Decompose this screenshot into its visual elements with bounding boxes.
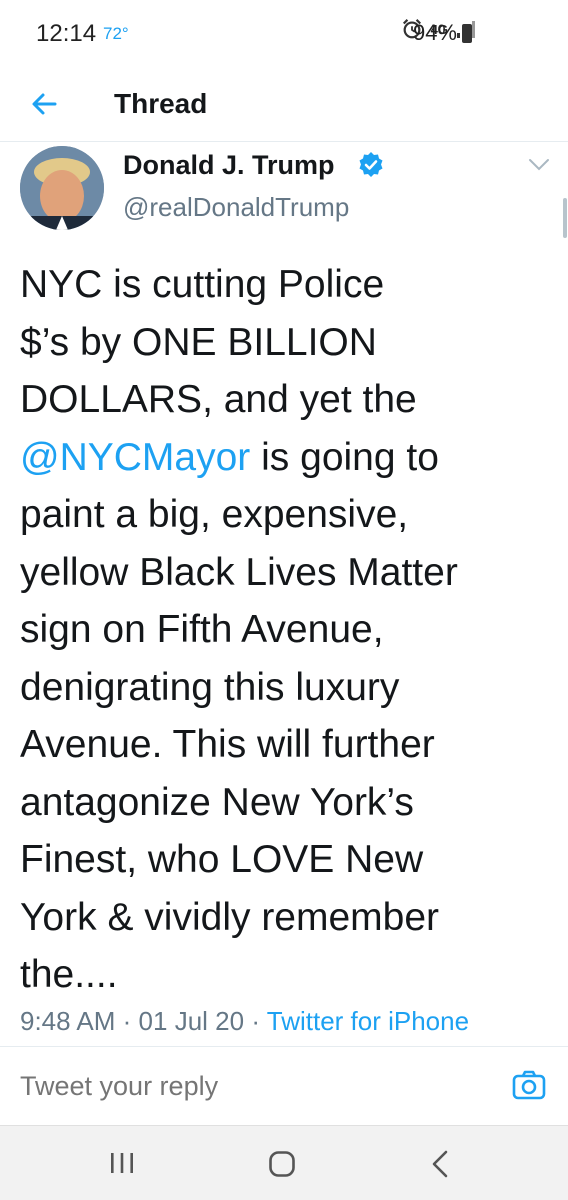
status-temperature: 72° [103, 24, 129, 43]
tweet-text-line: Avenue. This will further [20, 723, 435, 766]
status-time: 12:14 [36, 20, 97, 47]
tweet-text-line: the.... [20, 953, 118, 996]
tweet-text-line: denigrating this luxury [20, 665, 400, 709]
system-nav-bar [0, 1125, 568, 1200]
app-header: Thread [0, 66, 568, 142]
tweet-text: NYC is cutting Police $’s by ONE BILLION… [20, 256, 550, 1004]
home-icon[interactable] [268, 1150, 296, 1178]
tweet-text-line: DOLLARS, and yet the [20, 378, 417, 421]
recents-icon[interactable] [108, 1152, 136, 1174]
chevron-down-icon[interactable] [528, 158, 550, 172]
scrollbar[interactable] [563, 198, 567, 238]
battery-icon [462, 24, 472, 43]
back-nav-icon[interactable] [431, 1150, 449, 1178]
tweet-text-line: paint a big, expensive, [20, 493, 409, 536]
tweet-text-line: antagonize New York’s [20, 780, 414, 824]
reply-input[interactable] [20, 1067, 480, 1105]
camera-icon[interactable] [511, 1067, 547, 1103]
meta-separator: · [122, 1006, 132, 1036]
tweet-time: 9:48 AM [20, 1006, 116, 1036]
tweet-text-line: Finest, who LOVE New [20, 838, 424, 881]
tweet-source-link[interactable]: Twitter for iPhone [267, 1006, 469, 1036]
tweet-text-line: York & vividly remember [20, 895, 440, 939]
page-title: Thread [114, 88, 208, 119]
author-handle[interactable]: @realDonaldTrump [123, 192, 349, 223]
tweet-text-line: @NYCMayor is going to [20, 429, 550, 487]
tweet-text-line: $’s by ONE BILLION [20, 320, 377, 364]
battery-percent: 94% [412, 20, 457, 45]
status-bar: 12:14 72° 4G 94% [0, 0, 568, 66]
author-name[interactable]: Donald J. Trump [123, 150, 335, 181]
mention-link[interactable]: @NYCMayor [20, 436, 250, 479]
arrow-left-icon[interactable] [28, 88, 60, 120]
verified-badge-icon [359, 152, 383, 177]
tweet-text-line: NYC is cutting Police [20, 263, 385, 306]
avatar[interactable] [20, 146, 104, 230]
tweet-text-line: sign on Fifth Avenue, [20, 608, 384, 651]
tweet-text-fragment: is going to [250, 435, 439, 479]
tweet-metadata: 9:48 AM · 01 Jul 20 · Twitter for iPhone [20, 1006, 469, 1037]
avatar-image [20, 146, 104, 230]
meta-separator: · [251, 1006, 260, 1036]
tweet-text-line: yellow Black Lives Matter [20, 550, 458, 594]
tweet-date: 01 Jul 20 [138, 1006, 245, 1036]
reply-bar [0, 1047, 568, 1125]
